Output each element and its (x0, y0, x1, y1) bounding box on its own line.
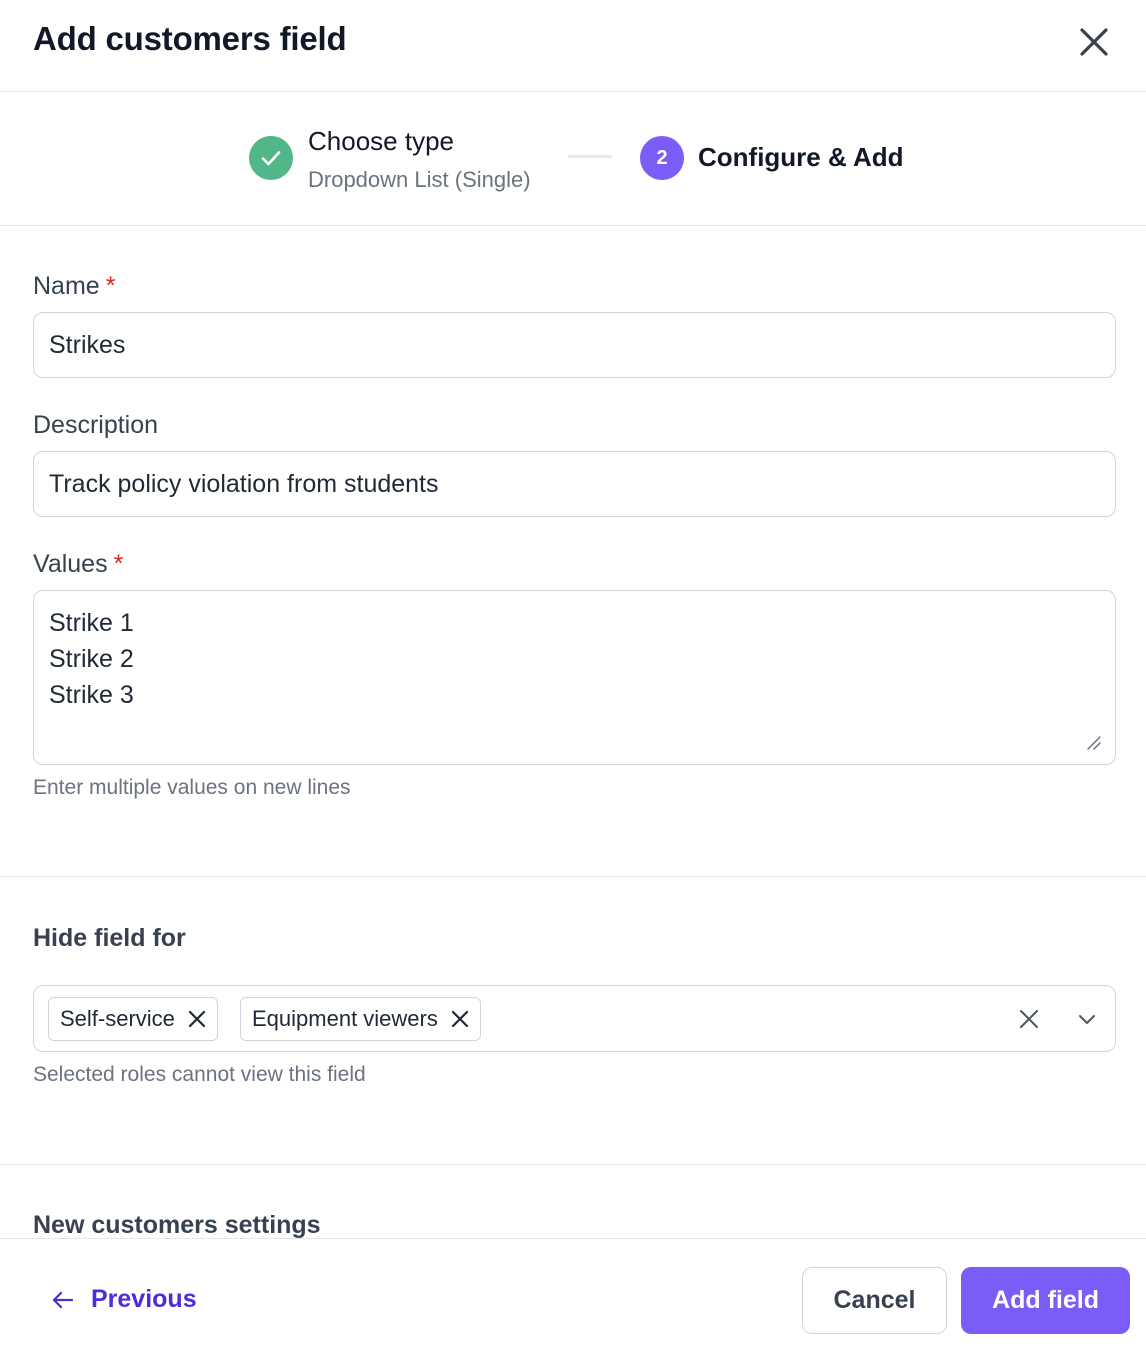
required-mark: * (113, 550, 124, 578)
step1-title: Choose type (308, 126, 454, 156)
step-complete-indicator (249, 136, 293, 180)
name-input[interactable]: Strikes (33, 312, 1116, 378)
section-divider (0, 876, 1146, 877)
hide-field-roles-select[interactable]: Self-service Equipment viewers (33, 985, 1116, 1052)
values-line: Strike 2 (49, 645, 134, 673)
check-icon (261, 151, 281, 166)
dialog-footer: Previous Cancel Add field (0, 1238, 1146, 1346)
values-line: Strike 3 (49, 681, 134, 709)
name-label-text: Name (33, 272, 100, 300)
previous-label: Previous (91, 1285, 197, 1313)
clear-icon[interactable] (1018, 1008, 1040, 1030)
add-field-button[interactable]: Add field (961, 1267, 1130, 1334)
cancel-button[interactable]: Cancel (802, 1267, 947, 1334)
values-textarea[interactable]: Strike 1 Strike 2 Strike 3 (33, 590, 1116, 765)
new-customers-settings-title: New customers settings (33, 1211, 321, 1239)
chevron-down-icon[interactable] (1076, 1008, 1098, 1030)
arrow-left-icon (52, 1291, 74, 1308)
hide-field-title: Hide field for (33, 924, 186, 952)
values-label: Values * (33, 550, 123, 579)
resize-handle-icon[interactable] (1083, 732, 1101, 750)
chip-remove-icon[interactable] (187, 1009, 207, 1029)
values-help-text: Enter multiple values on new lines (33, 776, 351, 799)
description-input-value: Track policy violation from students (49, 469, 439, 498)
role-chip-label: Equipment viewers (252, 1006, 438, 1031)
previous-button[interactable]: Previous (50, 1285, 197, 1314)
role-chip: Equipment viewers (240, 997, 481, 1041)
values-label-text: Values (33, 550, 108, 578)
step1-subtitle: Dropdown List (Single) (308, 167, 531, 192)
step2-number: 2 (640, 136, 684, 180)
role-chip: Self-service (48, 997, 218, 1041)
name-label: Name * (33, 272, 115, 301)
dialog-title: Add customers field (33, 20, 347, 57)
step2-title: Configure & Add (698, 142, 904, 172)
section-divider (0, 1164, 1146, 1165)
stepper: Choose type Dropdown List (Single) 2 Con… (0, 92, 1146, 226)
values-line: Strike 1 (49, 609, 134, 637)
role-chip-label: Self-service (60, 1006, 175, 1031)
close-icon (1080, 28, 1108, 56)
description-input[interactable]: Track policy violation from students (33, 451, 1116, 517)
dialog-header: Add customers field (0, 0, 1146, 92)
description-label: Description (33, 411, 159, 439)
chip-remove-icon[interactable] (450, 1009, 470, 1029)
hide-field-help-text: Selected roles cannot view this field (33, 1063, 366, 1086)
required-mark: * (105, 272, 116, 300)
close-button[interactable] (1074, 22, 1114, 62)
step-connector (568, 155, 612, 158)
name-input-value: Strikes (49, 330, 126, 359)
